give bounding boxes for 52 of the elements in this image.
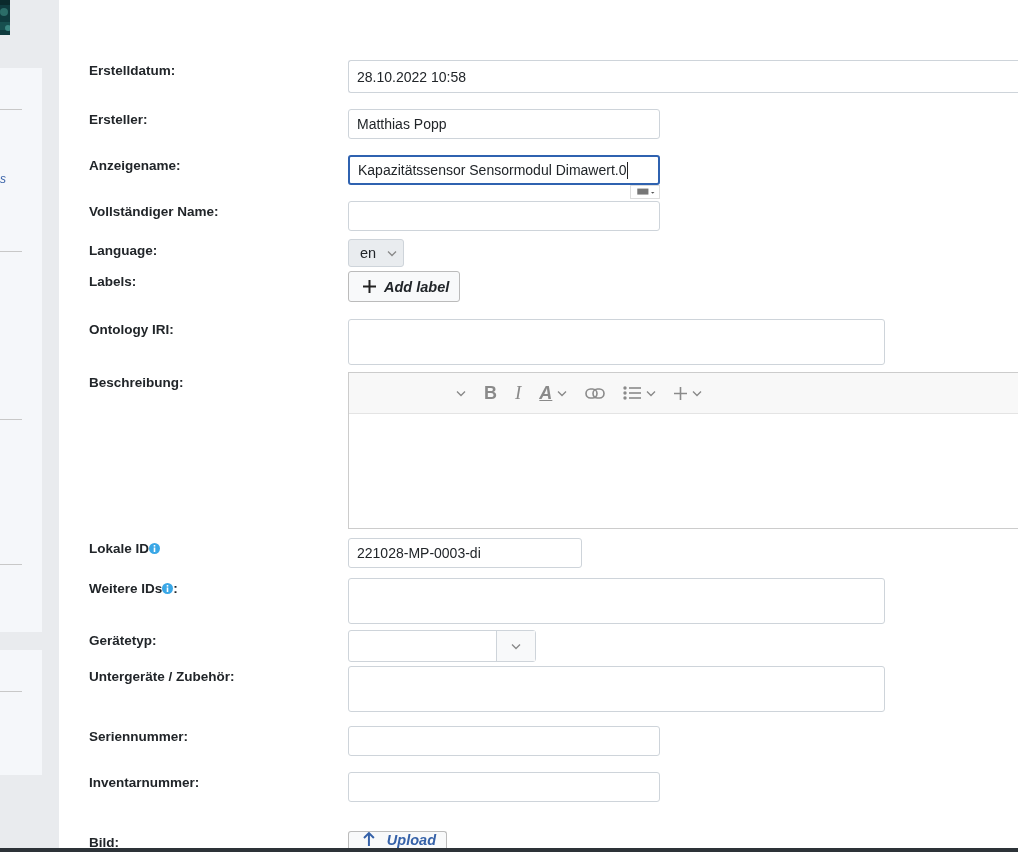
plus-icon <box>363 280 376 293</box>
field-label: Vollständiger Name: <box>89 204 219 219</box>
date-field: 28.10.2022 10:58 <box>348 60 1018 93</box>
field-label: Labels: <box>89 274 137 289</box>
upload-button[interactable]: Upload <box>348 831 447 849</box>
field-label: Weitere IDs <box>89 581 163 596</box>
caret-icon <box>456 389 466 397</box>
heading-dropdown[interactable] <box>456 389 466 397</box>
caret-icon <box>646 389 657 397</box>
field-label: Ontology IRI: <box>89 322 174 337</box>
field-label: Untergeräte / Zubehör: <box>89 669 235 684</box>
caret-icon <box>692 389 703 397</box>
rich-text-editor[interactable]: B I A <box>348 372 1018 529</box>
field-label: Ersteller: <box>89 112 148 127</box>
caret-icon <box>557 389 568 397</box>
list-button[interactable] <box>623 386 657 400</box>
link-icon[interactable] <box>585 387 606 399</box>
field-label: Gerätetyp: <box>89 633 157 648</box>
text-field[interactable]: Kapazitätssensor Sensormodul Dimawert.0 <box>348 155 660 185</box>
link-text[interactable]: s <box>0 172 4 186</box>
chevron-down-icon <box>387 249 397 257</box>
field-label: Bild: <box>89 835 119 850</box>
chevron-down-icon <box>511 642 521 650</box>
field-label: Beschreibung: <box>89 375 184 390</box>
info-icon[interactable] <box>162 583 174 594</box>
insert-button[interactable] <box>674 386 703 400</box>
keyboard-icon[interactable] <box>630 185 660 199</box>
text-area[interactable] <box>348 578 885 624</box>
text-field[interactable]: Matthias Popp <box>348 109 660 139</box>
field-label: Lokale ID <box>89 541 150 556</box>
text-field[interactable] <box>348 201 660 231</box>
arrow-up-icon <box>363 832 375 846</box>
text-field[interactable] <box>348 726 660 756</box>
bold-button[interactable]: B <box>484 382 497 404</box>
plus-icon <box>674 386 688 400</box>
list-icon <box>623 386 642 400</box>
field-label: Seriennummer: <box>89 729 189 744</box>
field-label: Erstelldatum: <box>89 63 176 78</box>
text-color-button[interactable]: A <box>539 382 568 404</box>
add-label-button[interactable]: Add label <box>348 271 461 302</box>
field-label: Anzeigename: <box>89 158 181 173</box>
text-field[interactable] <box>348 772 660 802</box>
field-label: Inventarnummer: <box>89 775 200 790</box>
text-area[interactable] <box>348 666 885 712</box>
field-label: Language: <box>89 243 158 258</box>
label-colon: : <box>173 581 178 596</box>
text-area[interactable] <box>348 319 885 365</box>
info-icon[interactable] <box>149 543 161 554</box>
device-type-select[interactable] <box>348 630 536 662</box>
text-field[interactable]: 221028-MP-0003-di <box>348 538 582 568</box>
language-select[interactable]: en <box>348 239 404 267</box>
italic-button[interactable]: I <box>515 382 522 404</box>
